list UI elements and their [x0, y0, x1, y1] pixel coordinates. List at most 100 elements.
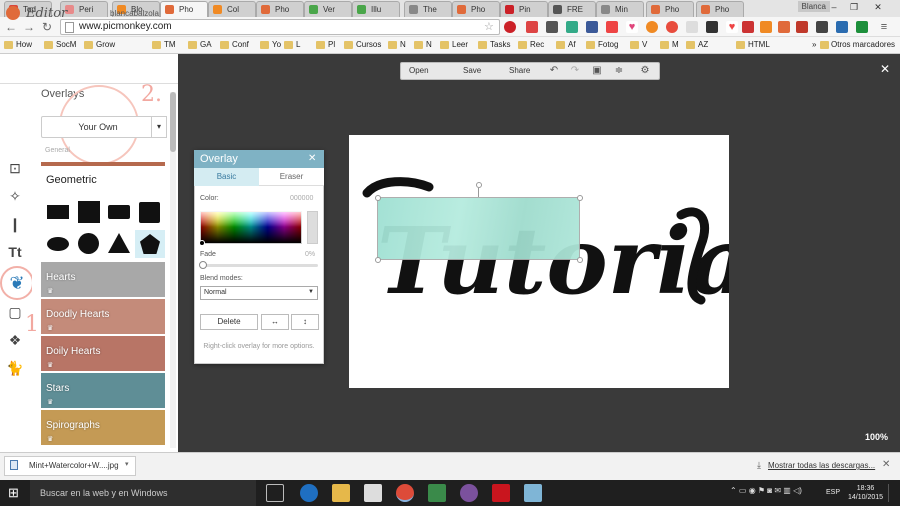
- resize-handle[interactable]: [577, 257, 583, 263]
- close-icon[interactable]: ✕: [882, 459, 890, 470]
- bookmark-item[interactable]: N: [414, 40, 432, 49]
- browser-tab[interactable]: Ver: [304, 1, 352, 17]
- bookmark-item[interactable]: SocM: [44, 40, 76, 49]
- fade-slider[interactable]: [200, 264, 318, 267]
- bookmark-item[interactable]: Grow: [84, 40, 115, 49]
- system-tray-icons[interactable]: ⌃ ▭ ◉ ⚑ ◙ ✉ ▥ ◁): [730, 486, 802, 495]
- bookmarks-overflow-icon[interactable]: »: [800, 40, 816, 49]
- bookmark-item[interactable]: GA: [188, 40, 212, 49]
- flip-vertical-icon[interactable]: ↕: [291, 314, 319, 330]
- menu-icon[interactable]: ≡: [878, 21, 890, 33]
- show-all-downloads-link[interactable]: Mostrar todas las descargas...: [768, 461, 875, 470]
- app-icon[interactable]: [428, 484, 446, 502]
- browser-tab[interactable]: Pho: [646, 1, 694, 17]
- bookmark-item[interactable]: Pl: [316, 40, 335, 49]
- extension-icon[interactable]: [566, 21, 578, 33]
- extension-icon[interactable]: [836, 21, 848, 33]
- extension-icon[interactable]: [666, 21, 678, 33]
- extension-icon[interactable]: [646, 21, 658, 33]
- account-username[interactable]: blancabalzola: [110, 9, 159, 18]
- store-icon[interactable]: [364, 484, 382, 502]
- browser-tab[interactable]: Pho: [452, 1, 500, 17]
- share-button[interactable]: Share: [509, 66, 530, 75]
- resize-handle[interactable]: [375, 257, 381, 263]
- overlay-category[interactable]: Doily Hearts ♛: [41, 336, 165, 371]
- bookmark-item[interactable]: Tasks: [478, 40, 510, 49]
- taskbar-search[interactable]: Buscar en la web y en Windows: [30, 480, 256, 506]
- url-input[interactable]: www.picmonkey.com: [60, 19, 500, 35]
- browser-tab[interactable]: Min: [596, 1, 644, 17]
- restore-icon[interactable]: ❐: [848, 2, 860, 12]
- undo-icon[interactable]: ↶: [548, 65, 560, 77]
- extension-icon[interactable]: [686, 21, 698, 33]
- bookmark-item[interactable]: M: [660, 40, 679, 49]
- extension-icon[interactable]: [760, 21, 772, 33]
- text-icon[interactable]: Tt: [5, 242, 25, 262]
- open-button[interactable]: Open: [409, 66, 429, 75]
- download-item[interactable]: Mint+Watercolor+W....jpg: [4, 456, 136, 476]
- edge-icon[interactable]: [300, 484, 318, 502]
- browser-tab[interactable]: The: [404, 1, 452, 17]
- browser-tab[interactable]: Col: [208, 1, 256, 17]
- taskbar-clock[interactable]: 18:36 14/10/2015: [848, 484, 883, 502]
- bookmark-item[interactable]: Yo: [260, 40, 281, 49]
- browser-tab[interactable]: Pho: [696, 1, 744, 17]
- blend-mode-select[interactable]: Normal: [200, 286, 318, 300]
- effects-wand-icon[interactable]: ✧: [5, 186, 25, 206]
- flip-horizontal-icon[interactable]: ↔: [261, 314, 289, 330]
- language-indicator[interactable]: ESP: [826, 489, 840, 496]
- viber-icon[interactable]: [460, 484, 478, 502]
- zoom-level[interactable]: 100%: [865, 432, 888, 442]
- browser-tab[interactable]: Pin: [500, 1, 548, 17]
- redo-icon[interactable]: ↷: [569, 65, 581, 77]
- ellipse-shape[interactable]: [47, 237, 69, 251]
- rectangle-shape[interactable]: [47, 205, 69, 219]
- close-icon[interactable]: ✕: [308, 153, 316, 164]
- watercolor-overlay[interactable]: [377, 197, 580, 260]
- tab-basic[interactable]: Basic: [194, 168, 259, 186]
- bookmark-item[interactable]: TM: [152, 40, 176, 49]
- bookmark-item[interactable]: Af: [556, 40, 576, 49]
- save-button[interactable]: Save: [463, 66, 481, 75]
- star-icon[interactable]: ☆: [484, 21, 496, 33]
- bookmark-item[interactable]: HTML: [736, 40, 770, 49]
- overlay-dialog-title[interactable]: Overlay: [194, 150, 324, 168]
- chevron-down-icon[interactable]: ▾: [125, 460, 129, 468]
- photo-canvas[interactable]: Tutorial: [349, 135, 786, 388]
- bookmark-item[interactable]: Leer: [440, 40, 468, 49]
- settings-icon[interactable]: ⚙: [639, 65, 651, 77]
- rounded-square-shape[interactable]: [139, 202, 160, 223]
- extension-icon[interactable]: [606, 21, 618, 33]
- bookmark-item[interactable]: Cursos: [344, 40, 381, 49]
- bookmark-item[interactable]: L: [284, 40, 300, 49]
- themes-cat-icon[interactable]: 🐈: [5, 358, 25, 378]
- extension-icon[interactable]: [706, 21, 718, 33]
- extension-icon[interactable]: [586, 21, 598, 33]
- browser-tab[interactable]: Illu: [352, 1, 400, 17]
- overlay-category[interactable]: Spirographs ♛: [41, 410, 165, 445]
- touch-up-brush-icon[interactable]: ❙: [5, 214, 25, 234]
- tab-eraser[interactable]: Eraser: [259, 168, 324, 186]
- windows-start-icon[interactable]: ⊞: [8, 486, 22, 500]
- chevron-down-icon[interactable]: ▼: [308, 289, 314, 295]
- chevron-down-icon[interactable]: ▾: [151, 116, 167, 138]
- forward-icon[interactable]: →: [22, 20, 36, 34]
- app-icon[interactable]: [524, 484, 542, 502]
- browser-tab[interactable]: FRE: [548, 1, 596, 17]
- your-own-button[interactable]: Your Own: [41, 116, 155, 138]
- rounded-rectangle-shape[interactable]: [108, 205, 130, 219]
- pentagon-shape-selected[interactable]: [135, 230, 165, 258]
- chrome-icon[interactable]: [396, 484, 414, 502]
- crop-icon[interactable]: ⊡: [5, 158, 25, 178]
- extension-icon[interactable]: [816, 21, 828, 33]
- layers-icon[interactable]: ≑: [613, 65, 625, 77]
- browser-tab[interactable]: Pho: [256, 1, 304, 17]
- bookmark-item[interactable]: How: [4, 40, 32, 49]
- extension-icon[interactable]: [742, 21, 754, 33]
- file-explorer-icon[interactable]: [332, 484, 350, 502]
- bookmark-item[interactable]: AZ: [686, 40, 708, 49]
- bookmark-item[interactable]: N: [388, 40, 406, 49]
- panel-scrollbar-thumb[interactable]: [170, 92, 176, 152]
- close-editor-icon[interactable]: ✕: [880, 62, 890, 76]
- fade-slider-knob[interactable]: [199, 261, 207, 269]
